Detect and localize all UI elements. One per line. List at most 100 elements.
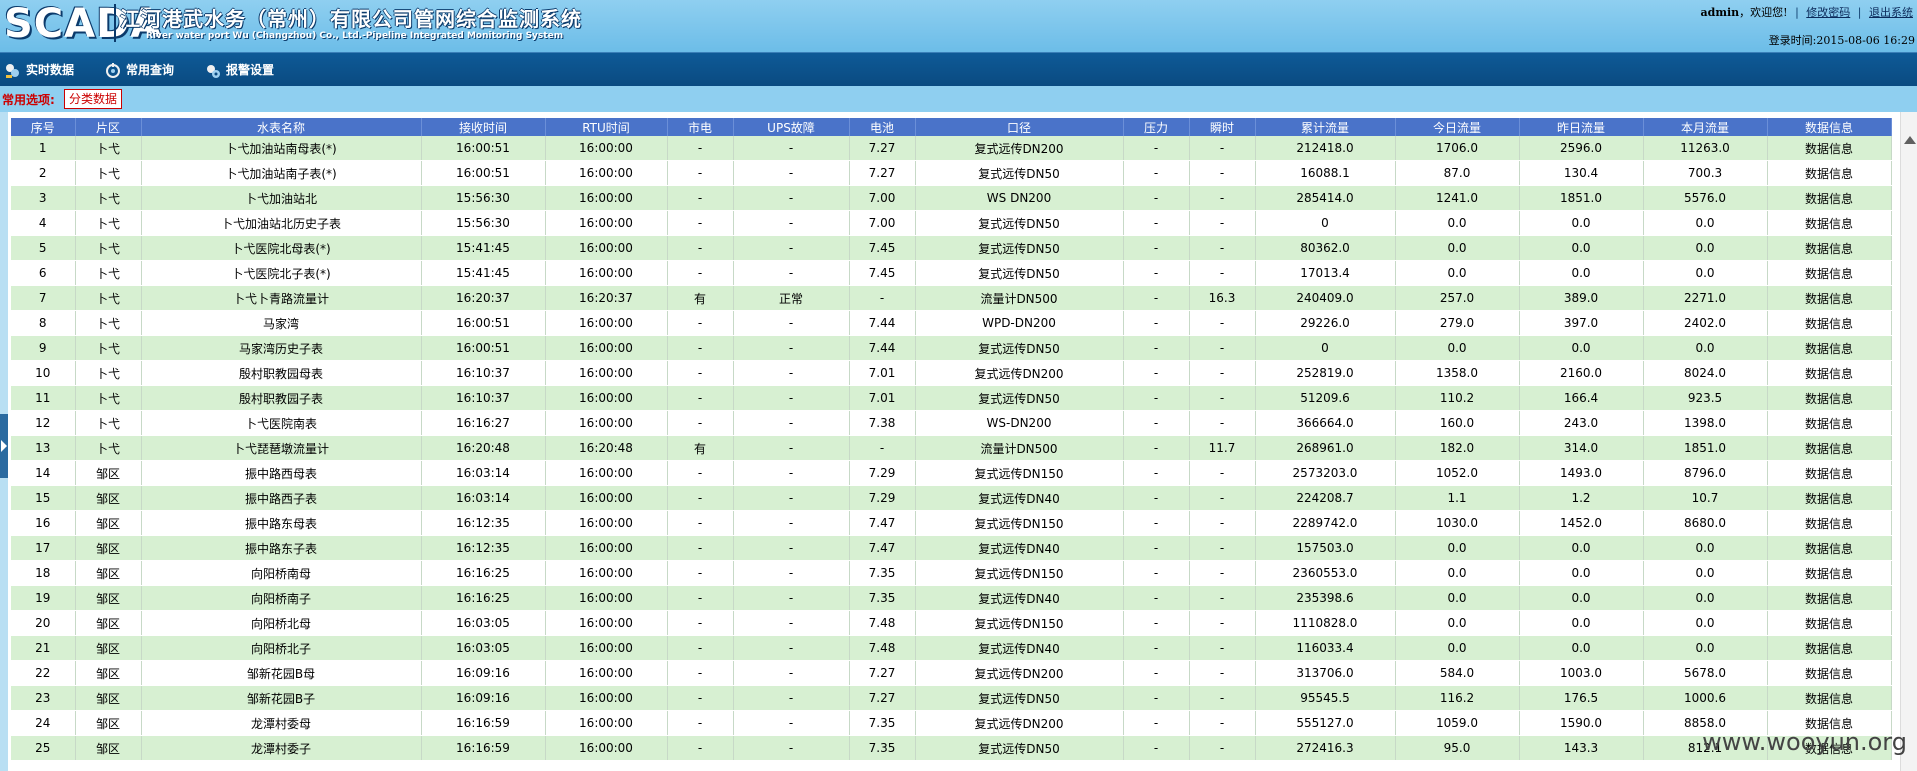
table-cell: - [667, 385, 734, 411]
table-cell: 振中路西母表 [141, 460, 422, 486]
table-cell: 16:00:00 [545, 735, 668, 761]
table-cell: - [1123, 485, 1190, 511]
table-cell: 21 [11, 635, 76, 661]
data-info-link[interactable]: 数据信息 [1767, 560, 1892, 586]
table-cell: - [1189, 610, 1256, 636]
table-cell: - [667, 735, 734, 761]
data-info-link[interactable]: 数据信息 [1767, 435, 1892, 461]
data-info-link[interactable]: 数据信息 [1767, 185, 1892, 211]
scroll-up-arrow-icon[interactable] [1904, 136, 1916, 144]
table-cell: - [733, 260, 850, 286]
menu-realtime-data[interactable]: 实时数据 [4, 59, 74, 81]
table-cell: 1.2 [1519, 485, 1644, 511]
data-info-link[interactable]: 数据信息 [1767, 660, 1892, 686]
table-cell: 0.0 [1643, 260, 1768, 286]
menu-alarm-settings[interactable]: 报警设置 [204, 59, 274, 81]
divider: | [1857, 6, 1862, 19]
table-cell: 复式远传DN200 [915, 710, 1124, 736]
data-info-link[interactable]: 数据信息 [1767, 510, 1892, 536]
table-row: 11 卜弋 殷村职教园子表 16:10:37 16:00:00- -7.01 复式远传DN5… [11, 385, 1892, 411]
data-info-link[interactable]: 数据信息 [1767, 260, 1892, 286]
change-password-link[interactable]: 修改密码 [1806, 6, 1850, 19]
table-cell: 314.0 [1519, 435, 1644, 461]
table-cell: 16:03:14 [421, 485, 546, 511]
table-cell: 7.00 [849, 210, 916, 236]
menu-common-query[interactable]: 常用查询 [104, 59, 174, 81]
table-cell: 1 [11, 136, 76, 161]
table-cell: 7.48 [849, 635, 916, 661]
data-info-link[interactable]: 数据信息 [1767, 310, 1892, 336]
table-cell: 268961.0 [1255, 435, 1396, 461]
table-cell: 0.0 [1395, 610, 1520, 636]
table-cell: 15:56:30 [421, 185, 546, 211]
table-cell: 16:09:16 [421, 660, 546, 686]
data-info-link[interactable]: 数据信息 [1767, 410, 1892, 436]
table-cell: 13 [11, 435, 76, 461]
table-cell: - [733, 560, 850, 586]
data-info-link[interactable]: 数据信息 [1767, 285, 1892, 311]
table-row: 15 邹区 振中路西子表 16:03:14 16:00:00- -7.29 复式远传DN40… [11, 485, 1892, 511]
tab-category-data[interactable]: 分类数据 [64, 89, 123, 109]
table-cell: 邹区 [75, 560, 142, 586]
table-cell: 2160.0 [1519, 360, 1644, 386]
table-cell: - [1123, 560, 1190, 586]
data-info-link[interactable]: 数据信息 [1767, 235, 1892, 261]
data-info-link[interactable]: 数据信息 [1767, 360, 1892, 386]
expand-sidebar-handle[interactable] [0, 414, 8, 478]
table-cell: - [1123, 510, 1190, 536]
table-cell: 1851.0 [1519, 185, 1644, 211]
table-cell: - [1189, 410, 1256, 436]
col-header: 口径 [915, 118, 1124, 136]
table-cell: 80362.0 [1255, 235, 1396, 261]
data-info-link[interactable]: 数据信息 [1767, 460, 1892, 486]
table-cell: 复式远传DN150 [915, 460, 1124, 486]
data-info-link[interactable]: 数据信息 [1767, 160, 1892, 186]
vertical-scrollbar[interactable] [1900, 112, 1917, 771]
table-cell: 邹区 [75, 710, 142, 736]
table-cell: 16:00:51 [421, 335, 546, 361]
table-cell: 复式远传DN150 [915, 610, 1124, 636]
table-cell: 10.7 [1643, 485, 1768, 511]
table-cell: 1452.0 [1519, 510, 1644, 536]
table-cell: 0.0 [1395, 235, 1520, 261]
table-cell: 0.0 [1519, 610, 1644, 636]
data-info-link[interactable]: 数据信息 [1767, 635, 1892, 661]
data-info-link[interactable]: 数据信息 [1767, 585, 1892, 611]
data-info-link[interactable]: 数据信息 [1767, 485, 1892, 511]
data-info-link[interactable]: 数据信息 [1767, 385, 1892, 411]
table-cell: - [1123, 710, 1190, 736]
table-cell: 143.3 [1519, 735, 1644, 761]
table-cell: 邹区 [75, 485, 142, 511]
table-cell: 卜弋 [75, 410, 142, 436]
table-cell: 卜弋医院南表 [141, 410, 422, 436]
table-cell: 复式远传DN40 [915, 485, 1124, 511]
table-cell: 16:00:00 [545, 485, 668, 511]
data-info-link[interactable]: 数据信息 [1767, 210, 1892, 236]
table-cell: - [667, 610, 734, 636]
table-cell: 240409.0 [1255, 285, 1396, 311]
table-cell: 9 [11, 335, 76, 361]
table-cell: 1398.0 [1643, 410, 1768, 436]
table-cell: 卜弋 [75, 210, 142, 236]
table-cell: 殷村职教园子表 [141, 385, 422, 411]
table-cell: 邹区 [75, 735, 142, 761]
table-cell: 0 [1255, 210, 1396, 236]
data-info-link[interactable]: 数据信息 [1767, 535, 1892, 561]
table-row: 3 卜弋 卜弋加油站北 15:56:30 16:00:00- -7.00 WS DN200-… [11, 185, 1892, 211]
data-info-link[interactable]: 数据信息 [1767, 136, 1892, 161]
table-cell: 5576.0 [1643, 185, 1768, 211]
data-info-link[interactable]: 数据信息 [1767, 335, 1892, 361]
table-cell: 16:16:25 [421, 585, 546, 611]
table-cell: 16:03:05 [421, 610, 546, 636]
table-cell: 923.5 [1643, 385, 1768, 411]
table-cell: - [667, 235, 734, 261]
table-cell: - [1123, 310, 1190, 336]
options-bar: 常用选项: 分类数据 [0, 86, 1917, 112]
table-cell: 复式远传DN40 [915, 535, 1124, 561]
table-header-row: 序号 片区 水表名称 接收时间 RTU时间 市电 UPS故障 电池 口径 压力 … [11, 118, 1892, 136]
data-info-link[interactable]: 数据信息 [1767, 610, 1892, 636]
data-info-link[interactable]: 数据信息 [1767, 685, 1892, 711]
table-cell: 2402.0 [1643, 310, 1768, 336]
table-cell: 1059.0 [1395, 710, 1520, 736]
logout-link[interactable]: 退出系统 [1869, 6, 1913, 19]
